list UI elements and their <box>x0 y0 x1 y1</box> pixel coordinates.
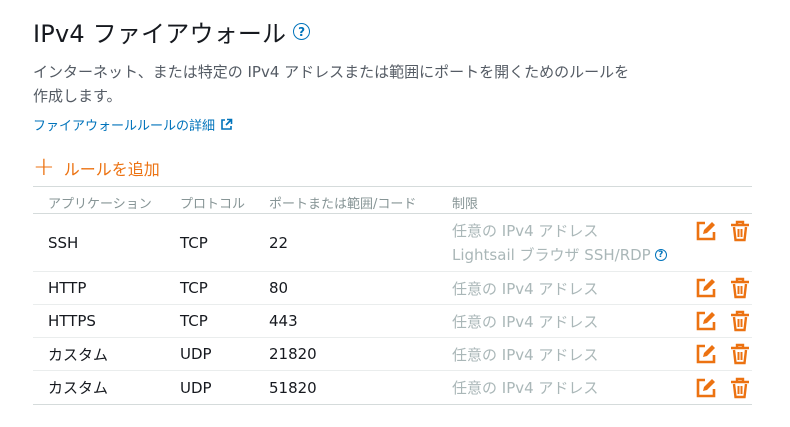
page-title: IPv4 ファイアウォール ? <box>33 14 311 49</box>
edit-icon[interactable] <box>695 377 717 399</box>
cell-protocol: TCP <box>180 279 208 297</box>
cell-restriction: 任意の IPv4 アドレス <box>452 312 599 331</box>
row-actions <box>695 343 751 365</box>
firewall-rules-table: アプリケーション プロトコル ポートまたは範囲/コード 制限 SSH TCP 2… <box>33 186 752 405</box>
page-title-text: IPv4 ファイアウォール <box>33 20 287 48</box>
learn-more-label: ファイアウォールルールの詳細 <box>33 119 216 134</box>
cell-port: 22 <box>269 233 289 252</box>
cell-protocol: UDP <box>180 345 212 363</box>
cell-application: SSH <box>48 233 79 252</box>
cell-restriction: 任意の IPv4 アドレス <box>452 379 599 397</box>
edit-icon[interactable] <box>695 343 717 365</box>
restriction-extra-text: Lightsail ブラウザ SSH/RDP <box>452 245 651 264</box>
table-header: アプリケーション プロトコル ポートまたは範囲/コード 制限 <box>33 186 752 214</box>
plus-icon: + <box>33 151 55 182</box>
column-header-port: ポートまたは範囲/コード <box>269 197 417 212</box>
column-header-restriction: 制限 <box>452 197 479 212</box>
cell-port: 51820 <box>269 378 317 397</box>
column-header-protocol: プロトコル <box>180 197 246 212</box>
cell-application: カスタム <box>48 345 109 364</box>
cell-restriction: 任意の IPv4 アドレス Lightsail ブラウザ SSH/RDP ? <box>452 219 667 267</box>
edit-icon[interactable] <box>695 277 717 299</box>
row-actions <box>695 310 751 332</box>
table-row: カスタム UDP 21820 任意の IPv4 アドレス <box>33 338 752 371</box>
row-actions <box>695 277 751 299</box>
cell-application: カスタム <box>48 379 109 397</box>
restriction-text: 任意の IPv4 アドレス <box>452 221 599 240</box>
trash-icon[interactable] <box>729 343 751 365</box>
column-header-application: アプリケーション <box>48 197 152 212</box>
table-row: HTTP TCP 80 任意の IPv4 アドレス <box>33 272 752 305</box>
question-circle-icon[interactable]: ? <box>654 248 667 261</box>
cell-restriction: 任意の IPv4 アドレス <box>452 345 599 364</box>
cell-port: 80 <box>269 279 289 297</box>
row-actions <box>695 220 751 242</box>
description: インターネット、または特定の IPv4 アドレスまたは範囲にポートを開くためのル… <box>33 63 630 105</box>
cell-application: HTTPS <box>48 312 96 330</box>
question-circle-icon[interactable]: ? <box>293 23 311 40</box>
trash-icon[interactable] <box>729 310 751 332</box>
cell-protocol: UDP <box>180 378 212 397</box>
table-row: HTTPS TCP 443 任意の IPv4 アドレス <box>33 305 752 338</box>
add-rule-label: ルールを追加 <box>63 160 160 179</box>
row-actions <box>695 377 751 399</box>
edit-icon[interactable] <box>695 220 717 242</box>
table-row: カスタム UDP 51820 任意の IPv4 アドレス <box>33 371 752 405</box>
trash-icon[interactable] <box>729 277 751 299</box>
external-link-icon <box>221 118 233 130</box>
learn-more-link[interactable]: ファイアウォールルールの詳細 <box>33 115 233 134</box>
cell-protocol: TCP <box>180 233 208 252</box>
restriction-extra: Lightsail ブラウザ SSH/RDP ? <box>452 243 667 267</box>
trash-icon[interactable] <box>729 220 751 242</box>
cell-application: HTTP <box>48 279 87 297</box>
cell-port: 443 <box>269 312 298 330</box>
edit-icon[interactable] <box>695 310 717 332</box>
add-rule-button[interactable]: + ルールを追加 <box>33 151 160 182</box>
trash-icon[interactable] <box>729 377 751 399</box>
cell-protocol: TCP <box>180 312 208 330</box>
cell-port: 21820 <box>269 345 317 363</box>
cell-restriction: 任意の IPv4 アドレス <box>452 279 599 298</box>
table-row: SSH TCP 22 任意の IPv4 アドレス Lightsail ブラウザ … <box>33 214 752 272</box>
